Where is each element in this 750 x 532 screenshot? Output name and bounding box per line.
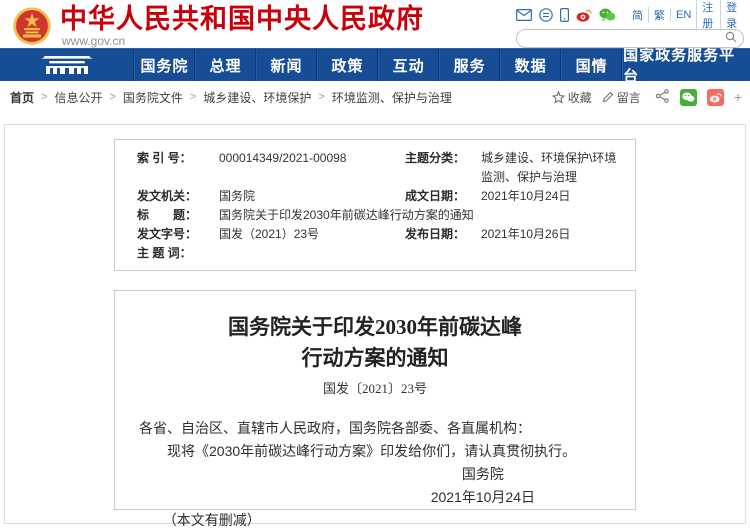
main-nav: 国务院 总理 新闻 政策 互动 服务 数据 国情 国家政务服务平台 [0,48,750,81]
document-paper: 国务院关于印发2030年前碳达峰 行动方案的通知 国发〔2021〕23号 各省、… [114,290,636,510]
signature-block: 国务院 2021年10月24日 [139,463,611,509]
nav-item-interact[interactable]: 互动 [378,49,439,81]
meta-agency-label: 发文机关： [137,187,219,206]
document-number: 国发〔2021〕23号 [139,378,611,397]
meta-written-date-label: 成文日期： [405,187,481,206]
nav-item-news[interactable]: 新闻 [256,49,317,81]
crumb-separator: > [41,91,47,103]
meta-category-label: 主题分类： [405,149,481,187]
meta-agency-value: 国务院 [219,187,405,206]
crumb-env-monitoring[interactable]: 环境监测、保护与治理 [332,89,452,106]
content-panel: 索 引 号： 000014349/2021-00098 主题分类： 城乡建设、环… [4,124,746,524]
meta-doc-no-value: 国发（2021）23号 [219,225,405,244]
nav-item-services[interactable]: 服务 [439,49,500,81]
nav-item-policy[interactable]: 政策 [317,49,378,81]
tiananmen-icon [34,54,100,76]
search-icon[interactable] [725,30,737,48]
document-sign-date: 2021年10月24日 [431,486,535,509]
crumb-separator: > [109,91,115,103]
pencil-icon [602,91,614,103]
crumb-urban-env[interactable]: 城乡建设、环境保护 [203,89,311,106]
search-bar [516,29,744,48]
share-more-button[interactable]: + [734,90,742,104]
lang-simplified[interactable]: 简 [627,7,648,23]
lang-traditional[interactable]: 繁 [648,7,670,23]
favorite-label: 收藏 [568,89,592,106]
nav-item-data[interactable]: 数据 [500,49,561,81]
site-title: 中华人民共和国中央人民政府 [60,4,424,34]
document-title: 国务院关于印发2030年前碳达峰 行动方案的通知 [139,312,611,374]
meta-title-value: 国务院关于印发2030年前碳达峰行动方案的通知 [219,206,625,225]
meta-keywords-value [219,244,625,263]
weibo-icon[interactable] [576,8,592,22]
share-wechat-icon[interactable] [680,89,697,106]
search-input[interactable] [527,33,725,45]
crumb-separator: > [318,91,324,103]
breadcrumb: 首页 > 信息公开 > 国务院文件 > 城乡建设、环境保护 > 环境监测、保护与… [10,89,452,106]
meta-keywords-label: 主 题 词： [137,244,219,263]
message-circle-icon[interactable] [539,8,553,22]
crumb-separator: > [190,91,196,103]
meta-publish-date-label: 发布日期： [405,225,481,244]
site-brand[interactable]: 中华人民共和国中央人民政府 www.gov.cn [12,4,424,48]
meta-publish-date-value: 2021年10月26日 [481,225,625,244]
nav-home-tiananmen[interactable] [0,49,134,81]
meta-category-value: 城乡建设、环境保护\环境监测、保护与治理 [481,149,625,187]
comment-button[interactable]: 留言 [602,89,641,106]
nav-item-state-council[interactable]: 国务院 [134,49,195,81]
share-icon[interactable] [655,89,670,106]
meta-written-date-value: 2021年10月24日 [481,187,625,206]
login-link[interactable]: 登录 [720,0,744,31]
document-salutation: 各省、自治区、直辖市人民政府，国务院各部委、各直属机构： [139,417,611,440]
wechat-icon[interactable] [599,8,616,22]
nav-item-premier[interactable]: 总理 [195,49,256,81]
document-body: 各省、自治区、直辖市人民政府，国务院各部委、各直属机构： 现将《2030年前碳达… [139,417,611,532]
site-header: 中华人民共和国中央人民政府 www.gov.cn 简繁EN注册登录 [0,0,750,48]
mobile-icon[interactable] [560,8,569,22]
site-url: www.gov.cn [60,34,424,48]
meta-index-value: 000014349/2021-00098 [219,149,405,187]
document-signer: 国务院 [431,463,535,486]
crumb-state-council-docs[interactable]: 国务院文件 [123,89,183,106]
document-paragraph: 现将《2030年前碳达峰行动方案》印发给你们，请认真贯彻执行。 [139,440,611,463]
meta-title-label: 标 题： [137,206,219,225]
nav-item-gov-service-platform[interactable]: 国家政务服务平台 [622,49,750,81]
favorite-button[interactable]: 收藏 [552,89,592,106]
nav-item-national[interactable]: 国情 [561,49,622,81]
lang-english[interactable]: EN [670,9,696,21]
doc-meta-table: 索 引 号： 000014349/2021-00098 主题分类： 城乡建设、环… [114,139,636,271]
share-weibo-icon[interactable] [707,89,724,106]
lang-links: 简繁EN注册登录 [627,0,744,31]
document-note: （本文有删减） [139,509,611,532]
register-link[interactable]: 注册 [696,0,720,31]
star-icon [552,91,565,104]
meta-doc-no-label: 发文字号： [137,225,219,244]
crumb-info-disclosure[interactable]: 信息公开 [54,89,102,106]
crumb-home[interactable]: 首页 [10,89,34,106]
comment-label: 留言 [617,89,641,106]
meta-index-label: 索 引 号： [137,149,219,187]
mail-icon[interactable] [516,9,532,21]
national-emblem-icon [12,6,52,46]
